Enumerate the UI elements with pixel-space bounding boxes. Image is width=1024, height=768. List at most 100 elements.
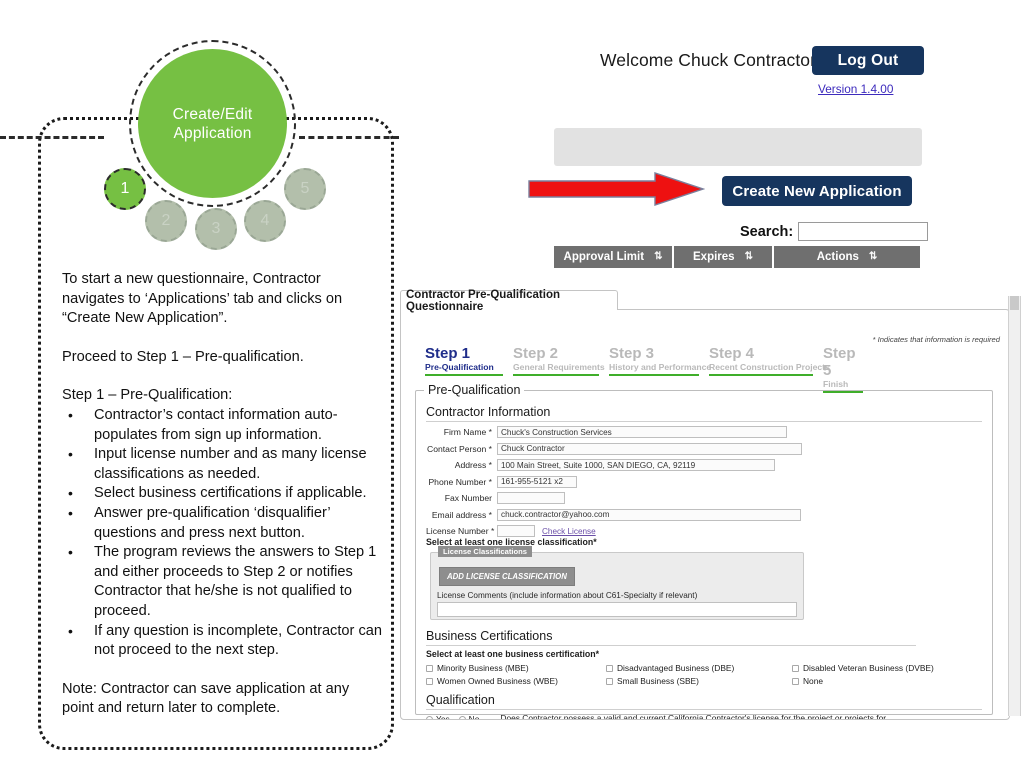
certification-column-2: Disadvantaged Business (DBE) Small Busin… xyxy=(606,663,792,689)
process-node-3[interactable]: 3 xyxy=(195,208,237,250)
questionnaire-body: * Indicates that information is required… xyxy=(400,309,1010,720)
phone-number-field[interactable]: 161-955-5121 x2 xyxy=(497,475,577,488)
checkbox-none-label: None xyxy=(803,676,824,686)
step-tab-5[interactable]: Step 5 Finish xyxy=(823,345,863,395)
checkbox-minority-business[interactable]: Minority Business (MBE) xyxy=(426,663,606,673)
radio-qualification-no[interactable]: No xyxy=(458,714,479,719)
checkbox-icon xyxy=(426,664,433,672)
questionnaire-card: Contractor Pre-Qualification Questionnai… xyxy=(400,288,1024,720)
license-comments-textarea[interactable] xyxy=(437,602,797,617)
checkbox-disabled-veteran-business-label: Disabled Veteran Business (DVBE) xyxy=(803,663,934,673)
checkbox-icon xyxy=(792,677,799,685)
checkbox-icon xyxy=(792,664,799,672)
step-tab-3-subtitle: History and Performance xyxy=(609,362,711,376)
email-address-label: Email address * xyxy=(431,509,492,520)
log-out-button-label: Log Out xyxy=(837,51,899,69)
step-tab-1-subtitle: Pre-Qualification xyxy=(425,362,503,376)
checkbox-disabled-veteran-business[interactable]: Disabled Veteran Business (DVBE) xyxy=(792,663,982,673)
license-number-field[interactable] xyxy=(497,525,535,537)
email-address-field[interactable]: chuck.contractor@yahoo.com xyxy=(497,508,801,521)
add-license-classification-button[interactable]: ADD LICENSE CLASSIFICATION xyxy=(439,567,575,586)
qualification-heading: Qualification xyxy=(426,693,982,710)
business-certifications-helper: Select at least one business certificati… xyxy=(426,649,600,659)
form-scrollbar-thumb[interactable] xyxy=(1010,296,1019,310)
step-tab-1-title: Step 1 xyxy=(425,345,471,362)
process-circle-diagram: Create/Edit Application 1 2 3 4 5 xyxy=(0,28,399,258)
column-header-actions[interactable]: Actions ⇅ xyxy=(774,246,920,268)
column-header-expires[interactable]: Expires ⇅ xyxy=(674,246,774,268)
address-label: Address * xyxy=(454,460,492,470)
process-node-1[interactable]: 1 xyxy=(104,168,146,210)
contractor-information-heading: Contractor Information xyxy=(426,405,982,422)
checkbox-disadvantaged-business[interactable]: Disadvantaged Business (DBE) xyxy=(606,663,792,673)
qualification-radio-group: Yes No xyxy=(426,713,488,720)
list-item: • Answer pre-qualification ‘disqualifier’… xyxy=(62,504,382,543)
firm-name-field[interactable]: Chuck's Construction Services xyxy=(497,426,787,438)
address-field[interactable]: 100 Main Street, Suite 1000, SAN DIEGO, … xyxy=(497,459,775,471)
column-header-expires-label: Expires xyxy=(693,251,735,263)
prequalification-fieldset: Pre-Qualification Contractor Information… xyxy=(415,383,993,719)
search-input[interactable] xyxy=(798,222,928,241)
list-item-label: Select business certifications if applic… xyxy=(94,485,367,502)
checkbox-icon xyxy=(426,677,433,685)
sort-icon: ⇅ xyxy=(868,251,878,262)
narrative-proceed: Proceed to Step 1 – Pre-qualification. xyxy=(62,348,304,365)
radio-qualification-yes[interactable]: Yes xyxy=(426,714,450,720)
process-node-2-label: 2 xyxy=(161,212,171,229)
field-row-phone-number: Phone Number * 161-955-5121 x2 xyxy=(426,475,986,489)
process-node-3-label: 3 xyxy=(211,220,221,237)
checkbox-small-business[interactable]: Small Business (SBE) xyxy=(606,676,792,686)
tab-label: Contractor Pre-Qualification Questionnai… xyxy=(406,288,560,313)
create-new-application-button[interactable]: Create New Application xyxy=(722,176,912,206)
narrative-note: Note: Contractor can save application at… xyxy=(62,680,350,717)
form-scrollbar[interactable] xyxy=(1008,296,1021,716)
radio-icon xyxy=(458,715,466,719)
radio-qualification-yes-label: Yes xyxy=(436,714,450,720)
bullet-glyph: • xyxy=(68,622,73,639)
version-link[interactable]: Version 1.4.00 xyxy=(818,82,893,96)
column-header-approval-limit[interactable]: Approval Limit ⇅ xyxy=(554,246,674,268)
process-node-4[interactable]: 4 xyxy=(244,200,286,242)
checkbox-disadvantaged-business-label: Disadvantaged Business (DBE) xyxy=(617,663,735,673)
check-license-link[interactable]: Check License xyxy=(542,527,596,536)
business-certifications-options: Minority Business (MBE) Women Owned Busi… xyxy=(426,663,986,689)
process-node-2[interactable]: 2 xyxy=(145,200,187,242)
narrative-text: To start a new questionnaire, Contractor… xyxy=(62,270,382,738)
step-tab-4[interactable]: Step 4 Recent Construction Projects xyxy=(709,345,830,395)
checkbox-icon xyxy=(606,664,613,672)
bullet-glyph: • xyxy=(68,446,73,463)
step-tab-3[interactable]: Step 3 History and Performance xyxy=(609,345,711,395)
step-tab-2-subtitle: General Requirements xyxy=(513,362,605,376)
step-tab-2[interactable]: Step 2 General Requirements xyxy=(513,345,605,395)
hub-circle: Create/Edit Application xyxy=(138,49,287,198)
checkbox-women-owned-business[interactable]: Women Owned Business (WBE) xyxy=(426,676,606,686)
hub-guide-line-right xyxy=(299,136,399,139)
process-node-5[interactable]: 5 xyxy=(284,168,326,210)
fax-number-field[interactable] xyxy=(497,492,565,504)
bullet-glyph: • xyxy=(68,485,73,502)
checkbox-women-owned-business-label: Women Owned Business (WBE) xyxy=(437,676,558,686)
welcome-message: Welcome Chuck Contractor xyxy=(600,50,817,70)
red-arrow-annotation xyxy=(528,172,705,206)
list-item: • Contractor’s contact information auto-p… xyxy=(62,406,382,445)
required-field-note: * Indicates that information is required xyxy=(872,335,1000,344)
tab-contractor-prequalification-questionnaire[interactable]: Contractor Pre-Qualification Questionnai… xyxy=(400,288,618,313)
checkbox-none[interactable]: None xyxy=(792,676,982,686)
checkbox-small-business-label: Small Business (SBE) xyxy=(617,676,699,686)
column-header-approval-limit-label: Approval Limit xyxy=(563,251,645,263)
sort-icon: ⇅ xyxy=(744,251,753,262)
log-out-button[interactable]: Log Out xyxy=(812,46,924,75)
app-header: Welcome Chuck Contractor Log Out Version… xyxy=(596,46,1024,116)
license-number-label: License Number * xyxy=(426,526,495,536)
search-label: Search: xyxy=(740,224,794,240)
narrative-intro: To start a new questionnaire, Contractor… xyxy=(62,271,343,327)
column-header-actions-label: Actions xyxy=(816,251,859,263)
contact-person-field[interactable]: Chuck Contractor xyxy=(497,442,802,455)
list-item-label: Input license number and as many license… xyxy=(94,446,367,482)
hub-guide-line-left xyxy=(0,136,104,139)
field-row-contact-person: Contact Person * Chuck Contractor xyxy=(426,442,986,456)
bullet-glyph: • xyxy=(68,544,73,561)
list-item: • The program reviews the answers to Step… xyxy=(62,543,382,621)
list-item-label: Contractor’s contact information auto-po… xyxy=(94,406,338,443)
bullet-glyph: • xyxy=(68,504,73,521)
